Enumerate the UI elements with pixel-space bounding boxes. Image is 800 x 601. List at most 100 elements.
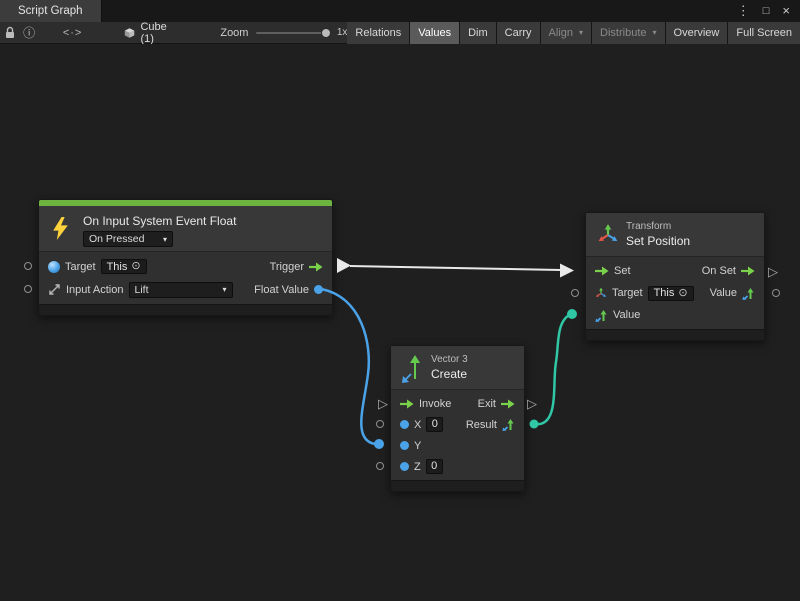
info-icon: ⓘ	[23, 24, 35, 41]
row-z: Z 0	[391, 456, 524, 477]
node-header: Transform Set Position	[586, 213, 764, 257]
window-controls: ⋮ □ ×	[737, 0, 800, 22]
node-title: On Input System Event Float	[83, 214, 236, 228]
tab-label: Script Graph	[18, 5, 83, 17]
event-mode-value: On Pressed	[89, 233, 144, 245]
wire-result-to-value[interactable]	[534, 314, 571, 424]
values-button[interactable]: Values	[410, 22, 459, 44]
node-header: On Input System Event Float On Pressed ▾	[39, 206, 332, 252]
dim-button[interactable]: Dim	[460, 22, 496, 44]
input-action-icon	[48, 283, 61, 296]
overview-button[interactable]: Overview	[666, 22, 728, 44]
node-vector3-create[interactable]: Vector 3 Create Invoke Exit X 0 Result	[390, 345, 525, 492]
carry-button[interactable]: Carry	[497, 22, 540, 44]
x-input-port[interactable]	[376, 420, 384, 428]
node-footer	[39, 304, 332, 315]
edit-source-button[interactable]: <·>	[55, 22, 91, 44]
close-icon[interactable]: ×	[782, 0, 790, 22]
tab-script-graph[interactable]: Script Graph	[0, 0, 102, 22]
y-port-dot[interactable]	[400, 441, 409, 450]
y-label: Y	[414, 440, 421, 452]
input-action-label: Input Action	[66, 284, 124, 296]
trigger-label: Trigger	[270, 261, 304, 273]
object-picker-icon[interactable]: ⊙	[678, 288, 687, 299]
float-value-output-port[interactable]	[314, 285, 323, 294]
target-name: Cube (1)	[140, 21, 174, 45]
flow-arrow-icon	[741, 266, 755, 276]
target-label: Target	[65, 261, 96, 273]
x-port-dot[interactable]	[400, 420, 409, 429]
menu-kebab-icon[interactable]: ⋮	[737, 0, 750, 22]
node-header: Vector 3 Create	[391, 346, 524, 390]
caret-down-icon: ▾	[653, 28, 657, 37]
on-set-label: On Set	[702, 265, 736, 277]
y-connected-port-dot[interactable]	[374, 439, 384, 449]
inspector-button[interactable]: ⓘ	[19, 22, 38, 44]
vector3-mini-icon	[742, 287, 755, 300]
this-object-chip[interactable]: This ⊙	[101, 259, 147, 274]
node-title: Create	[431, 367, 467, 381]
this-object-chip[interactable]: This ⊙	[648, 286, 694, 301]
zoom-slider-track[interactable]	[256, 32, 330, 34]
x-value-field[interactable]: 0	[426, 417, 443, 432]
z-value-field[interactable]: 0	[426, 459, 443, 474]
zoom-slider[interactable]	[256, 22, 330, 44]
lock-icon	[4, 26, 16, 39]
fullscreen-button[interactable]: Full Screen	[728, 22, 800, 44]
flow-arrow-icon	[400, 399, 414, 409]
caret-down-icon: ▾	[579, 28, 583, 37]
toolbar-buttons: Relations Values Dim Carry Align▾ Distri…	[347, 22, 800, 44]
exit-output-port[interactable]: ▷	[525, 397, 539, 411]
trigger-flow-port-arrow[interactable]	[337, 258, 351, 273]
maximize-icon[interactable]: □	[763, 0, 770, 22]
invoke-label: Invoke	[419, 398, 451, 410]
z-port-dot[interactable]	[400, 462, 409, 471]
zoom-label: Zoom	[220, 27, 248, 39]
distribute-button[interactable]: Distribute▾	[592, 22, 664, 44]
cube-icon	[124, 26, 135, 40]
result-label: Result	[466, 419, 497, 431]
target-input-port[interactable]	[571, 289, 579, 297]
object-picker-icon[interactable]: ⊙	[131, 261, 140, 272]
row-input-action-floatvalue: Input Action Lift ▾ Float Value	[39, 278, 332, 301]
node-category: Transform	[626, 221, 671, 232]
set-label: Set	[614, 265, 631, 277]
node-transform-set-position[interactable]: Transform Set Position Set On Set	[585, 212, 765, 341]
align-button[interactable]: Align▾	[541, 22, 591, 44]
exit-label: Exit	[478, 398, 496, 410]
node-category: Vector 3	[431, 354, 468, 365]
lock-button[interactable]	[0, 22, 19, 44]
vector3-icon	[400, 352, 428, 384]
code-icon: <·>	[63, 27, 83, 39]
wire-trigger-to-set[interactable]	[350, 266, 561, 270]
zoom-slider-knob[interactable]	[321, 28, 331, 38]
row-invoke-exit: Invoke Exit	[391, 393, 524, 414]
transform-mini-icon	[595, 287, 607, 299]
result-connected-port-dot[interactable]	[530, 420, 539, 429]
row-set-onset: Set On Set	[586, 260, 764, 282]
value-output-port[interactable]	[772, 289, 780, 297]
z-label: Z	[414, 461, 421, 473]
input-action-input-port[interactable]	[24, 285, 32, 293]
node-title: Set Position	[626, 234, 690, 248]
relations-button[interactable]: Relations	[347, 22, 409, 44]
on-set-output-port[interactable]: ▷	[766, 265, 780, 279]
row-y: Y	[391, 435, 524, 456]
graph-canvas[interactable]: On Input System Event Float On Pressed ▾…	[0, 44, 800, 601]
input-action-dropdown[interactable]: Lift ▾	[129, 282, 233, 298]
row-target-trigger: Target This ⊙ Trigger	[39, 255, 332, 278]
invoke-input-port[interactable]: ▷	[376, 397, 390, 411]
graph-target-selector[interactable]: Cube (1)	[118, 22, 180, 44]
caret-down-icon: ▾	[163, 235, 167, 244]
value-output-label: Value	[710, 287, 737, 299]
z-input-port[interactable]	[376, 462, 384, 470]
node-on-input-system-event-float[interactable]: On Input System Event Float On Pressed ▾…	[38, 199, 333, 316]
lightning-bolt-icon	[53, 217, 68, 240]
event-mode-dropdown[interactable]: On Pressed ▾	[83, 231, 173, 247]
target-input-port[interactable]	[24, 262, 32, 270]
row-value-in: Value	[586, 304, 764, 326]
vector3-mini-icon	[595, 309, 608, 322]
value-connected-port-dot[interactable]	[567, 309, 577, 319]
row-target-valueout: Target This ⊙ Value	[586, 282, 764, 304]
wire-arrowhead	[560, 264, 574, 278]
